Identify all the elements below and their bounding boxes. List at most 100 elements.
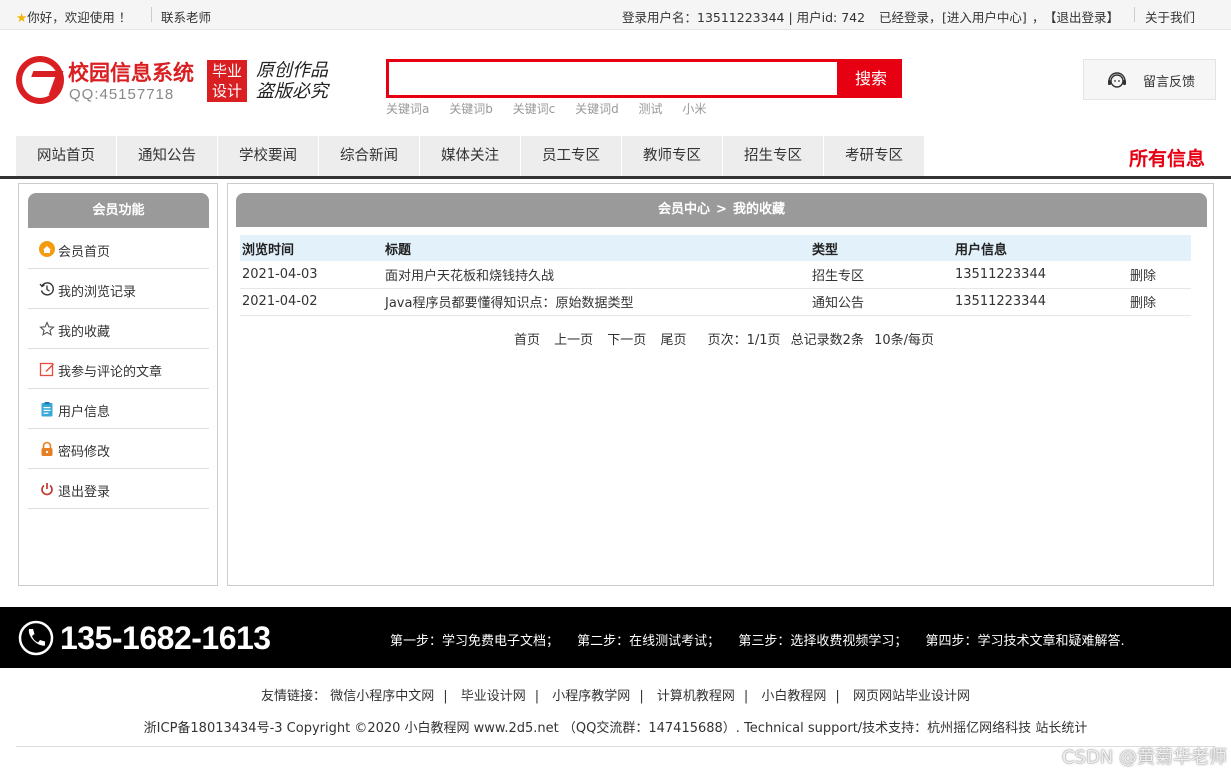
sidebar-item-logout[interactable]: 退出登录 xyxy=(28,469,209,509)
login-info: 登录用户名：13511223344 | 用户id: 742 xyxy=(622,10,866,25)
search-button[interactable]: 搜索 xyxy=(840,59,902,98)
pagination: 首页 上一页 下一页 尾页 页次：1/1页 总记录数2条 10条/每页 xyxy=(228,329,1215,348)
divider xyxy=(1134,7,1135,22)
nav-item-notices[interactable]: 通知公告 xyxy=(117,136,217,176)
logged-in-status: 已经登录， xyxy=(879,10,942,25)
slogan: 原创作品 盗版必究 xyxy=(256,60,328,102)
sidebar-menu: 会员首页 我的浏览记录 我的收藏 我参与评论的文章 用户信息 密码修改 退出登录 xyxy=(28,229,209,509)
hot-keywords: 关键词a 关键词b 关键词c 关键词d 测试 小米 xyxy=(386,100,722,117)
column-header: 标题 xyxy=(383,235,810,261)
phone-icon xyxy=(18,620,54,656)
divider xyxy=(151,7,152,22)
all-info-link[interactable]: 所有信息 xyxy=(1129,144,1205,171)
delete-button[interactable]: 删除 xyxy=(1096,288,1191,316)
breadcrumb-separator: > xyxy=(716,202,727,217)
cell-user: 13511223344 xyxy=(953,288,1096,316)
favorites-panel: 会员中心 > 我的收藏 浏览时间 标题 类型 用户信息 2021-04-03 面对用… xyxy=(227,183,1214,586)
column-header xyxy=(1096,235,1191,261)
friend-link[interactable]: 小白教程网 xyxy=(761,689,826,704)
keyword-link[interactable]: 测试 xyxy=(639,102,663,116)
sidebar-item-label: 会员首页 xyxy=(58,245,111,260)
total-records: 总记录数2条 xyxy=(790,333,864,348)
nav-item-teachers[interactable]: 教师专区 xyxy=(622,136,722,176)
customer-service-icon xyxy=(1108,72,1126,88)
favorites-table: 浏览时间 标题 类型 用户信息 2021-04-03 面对用户天花板和烧钱持久战… xyxy=(240,235,1191,316)
site-qq: QQ:45157718 xyxy=(69,86,175,103)
nav-item-general-news[interactable]: 综合新闻 xyxy=(319,136,419,176)
cell-type: 招生专区 xyxy=(810,261,953,289)
feedback-button[interactable]: 留言反馈 xyxy=(1083,59,1216,100)
sidebar-item-label: 用户信息 xyxy=(58,405,111,420)
badge-line-2: 设计 xyxy=(211,82,242,100)
nav-item-school-news[interactable]: 学校要闻 xyxy=(218,136,318,176)
sidebar-item-browse-history[interactable]: 我的浏览记录 xyxy=(28,269,209,309)
slogan-line-1: 原创作品 xyxy=(256,60,328,81)
sidebar-item-change-password[interactable]: 密码修改 xyxy=(28,429,209,469)
sidebar-item-favorites[interactable]: 我的收藏 xyxy=(28,309,209,349)
graduation-design-badge: 毕业 设计 xyxy=(207,60,247,102)
sidebar-item-member-home[interactable]: 会员首页 xyxy=(28,229,209,269)
search-input[interactable] xyxy=(389,62,837,95)
star-icon: ★ xyxy=(16,10,28,25)
welcome-label: 你好，欢迎使用 ！ xyxy=(27,10,132,25)
page-info: 页次：1/1页 xyxy=(707,333,781,348)
step-text: 第二步：在线测试考试； xyxy=(577,634,721,649)
logout-link[interactable]: 【退出登录】 xyxy=(1044,7,1119,26)
sidebar-item-label: 密码修改 xyxy=(58,445,111,460)
comma-text: ， xyxy=(1032,10,1045,25)
cell-title-link[interactable]: Java程序员都要懂得知识点：原始数据类型 xyxy=(383,288,810,316)
sidebar-item-user-info[interactable]: 用户信息 xyxy=(28,389,209,429)
column-header: 类型 xyxy=(810,235,953,261)
friend-links: 友情链接： 微信小程序中文网 | 毕业设计网 | 小程序教学网 | 计算机教程网 | 小… xyxy=(261,689,970,704)
step-text: 第一步：学习免费电子文档； xyxy=(390,634,560,649)
badge-line-1: 毕业 xyxy=(211,62,242,80)
nav-item-media[interactable]: 媒体关注 xyxy=(420,136,520,176)
next-page-link[interactable]: 下一页 xyxy=(607,333,646,348)
keyword-link[interactable]: 关键词c xyxy=(513,102,556,116)
friend-link[interactable]: 毕业设计网 xyxy=(461,689,526,704)
friend-link[interactable]: 小程序教学网 xyxy=(552,689,630,704)
first-page-link[interactable]: 首页 xyxy=(514,333,540,348)
friend-link[interactable]: 计算机教程网 xyxy=(657,689,735,704)
slogan-line-2: 盗版必究 xyxy=(256,81,328,102)
table-row: 2021-04-02 Java程序员都要懂得知识点：原始数据类型 通知公告 13… xyxy=(240,288,1191,316)
welcome-text: ★你好，欢迎使用 ！ xyxy=(16,7,131,26)
top-bar: ★你好，欢迎使用 ！ 联系老师 登录用户名：13511223344 | 用户id… xyxy=(0,0,1231,30)
delete-button[interactable]: 删除 xyxy=(1096,261,1191,289)
last-page-link[interactable]: 尾页 xyxy=(660,333,686,348)
prev-page-link[interactable]: 上一页 xyxy=(554,333,593,348)
logo-icon[interactable] xyxy=(16,56,64,104)
watermark: CSDN @黄菊华老师 xyxy=(1061,747,1227,768)
friend-link[interactable]: 微信小程序中文网 xyxy=(330,689,434,704)
sidebar-title: 会员功能 xyxy=(28,193,209,228)
table-row: 2021-04-03 面对用户天花板和烧钱持久战 招生专区 1351122334… xyxy=(240,261,1191,289)
step-text: 第四步：学习技术文章和疑难解答. xyxy=(925,634,1125,649)
column-header: 浏览时间 xyxy=(240,235,383,261)
breadcrumb-current: 我的收藏 xyxy=(732,202,785,217)
sidebar-item-label: 我的收藏 xyxy=(58,325,111,340)
copyright-text: 浙ICP备18013434号-3 Copyright ©2020 小白教程网 w… xyxy=(143,721,1088,736)
nav-item-home[interactable]: 网站首页 xyxy=(16,136,116,176)
nav-item-staff[interactable]: 员工专区 xyxy=(521,136,621,176)
member-sidebar: 会员功能 会员首页 我的浏览记录 我的收藏 我参与评论的文章 用户信息 密码修改 xyxy=(18,183,218,586)
sidebar-item-commented-articles[interactable]: 我参与评论的文章 xyxy=(28,349,209,389)
cell-time: 2021-04-02 xyxy=(240,288,383,316)
site-title[interactable]: 校园信息系统 xyxy=(68,57,194,87)
keyword-link[interactable]: 关键词b xyxy=(449,102,493,116)
keyword-link[interactable]: 小米 xyxy=(682,102,706,116)
contact-teacher-link[interactable]: 联系老师 xyxy=(161,7,211,26)
keyword-link[interactable]: 关键词a xyxy=(386,102,429,116)
nav-item-admissions[interactable]: 招生专区 xyxy=(723,136,823,176)
keyword-link[interactable]: 关键词d xyxy=(575,102,619,116)
about-us-link[interactable]: 关于我们 xyxy=(1145,7,1195,26)
footer-bar: 135-1682-1613 第一步：学习免费电子文档； 第二步：在线测试考试； … xyxy=(0,607,1231,668)
nav-divider xyxy=(0,176,1231,179)
search-box xyxy=(386,59,840,98)
sidebar-item-label: 我参与评论的文章 xyxy=(58,365,163,380)
cell-title-link[interactable]: 面对用户天花板和烧钱持久战 xyxy=(383,261,810,289)
friend-link[interactable]: 网页网站毕业设计网 xyxy=(853,689,970,704)
user-center-link[interactable]: [进入用户中心] xyxy=(942,7,1027,26)
nav-item-postgrad[interactable]: 考研专区 xyxy=(824,136,924,176)
breadcrumb-member-center[interactable]: 会员中心 xyxy=(658,202,710,217)
sidebar-item-label: 我的浏览记录 xyxy=(58,285,137,300)
